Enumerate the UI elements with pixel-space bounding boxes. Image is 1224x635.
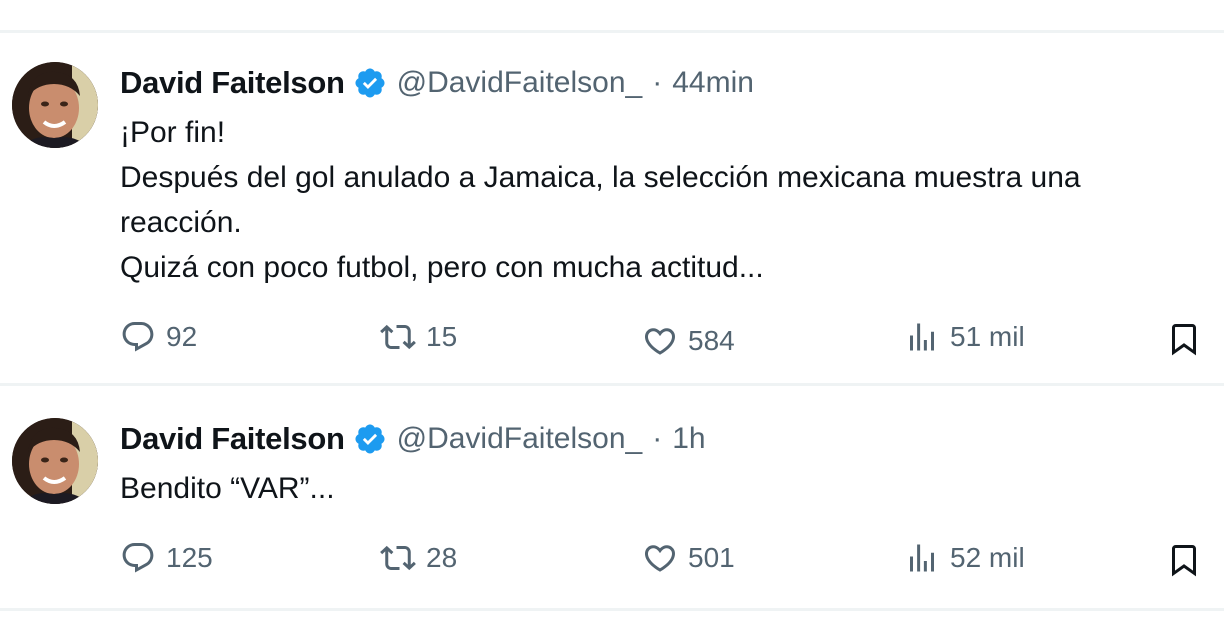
reply-count: 92 [166, 321, 198, 352]
retweet-button[interactable]: 28 [380, 540, 457, 576]
timestamp[interactable]: 44min [672, 66, 754, 100]
retweet-icon [380, 540, 416, 576]
views-button[interactable]: 51 mil [904, 319, 1025, 355]
tweet-header: David Faitelson @DavidFaitelson_ · 1h [120, 418, 706, 460]
author-handle[interactable]: @DavidFaitelson_ [397, 422, 643, 456]
reply-button[interactable]: 125 [120, 540, 213, 576]
like-button[interactable]: 501 [642, 540, 735, 576]
retweet-count: 15 [426, 321, 458, 352]
bottom-divider [0, 608, 1224, 611]
tweet-text-line: Bendito “VAR”... [120, 472, 335, 505]
retweet-button[interactable]: 15 [380, 319, 457, 355]
reply-icon [120, 540, 156, 576]
avatar[interactable] [12, 62, 98, 148]
tweet-text-line: ¡Por fin! [120, 116, 226, 149]
bookmark-icon [1166, 321, 1202, 357]
reply-count: 125 [166, 542, 213, 573]
views-icon [904, 319, 940, 355]
tweet-actions: 125 28 501 52 mil [0, 536, 1224, 586]
author-name[interactable]: David Faitelson [120, 421, 345, 457]
views-count: 52 mil [950, 542, 1025, 573]
tweet[interactable]: David Faitelson @DavidFaitelson_ · 1h Be… [0, 386, 1224, 608]
separator-dot: · [652, 422, 663, 455]
timestamp[interactable]: 1h [672, 422, 705, 456]
tweet-text: Bendito “VAR”... [120, 466, 1210, 511]
views-count: 51 mil [950, 321, 1025, 352]
like-count: 501 [688, 542, 735, 573]
tweet-text-line: Quizá con poco futbol, pero con mucha ac… [120, 251, 764, 284]
reply-icon [120, 319, 156, 355]
like-icon [642, 323, 678, 359]
retweet-count: 28 [426, 542, 458, 573]
like-count: 584 [688, 325, 735, 356]
verified-badge-icon [353, 66, 387, 100]
like-button[interactable]: 584 [642, 323, 735, 359]
author-handle[interactable]: @DavidFaitelson_ [397, 66, 643, 100]
separator-dot: · [652, 66, 663, 99]
like-icon [642, 540, 678, 576]
bookmark-button[interactable] [1166, 321, 1202, 357]
bookmark-button[interactable] [1166, 542, 1202, 578]
avatar[interactable] [12, 418, 98, 504]
reply-button[interactable]: 92 [120, 319, 197, 355]
tweet-header: David Faitelson @DavidFaitelson_ · 44min [120, 62, 754, 104]
tweet-text: ¡Por fin! Después del gol anulado a Jama… [120, 110, 1210, 290]
tweet-text-line: Después del gol anulado a Jamaica, la se… [120, 161, 1081, 239]
views-icon [904, 540, 940, 576]
verified-badge-icon [353, 422, 387, 456]
retweet-icon [380, 319, 416, 355]
author-name[interactable]: David Faitelson [120, 65, 345, 101]
tweet[interactable]: David Faitelson @DavidFaitelson_ · 44min… [0, 0, 1224, 383]
views-button[interactable]: 52 mil [904, 540, 1025, 576]
bookmark-icon [1166, 542, 1202, 578]
tweet-actions: 92 15 584 51 mil [0, 313, 1224, 363]
